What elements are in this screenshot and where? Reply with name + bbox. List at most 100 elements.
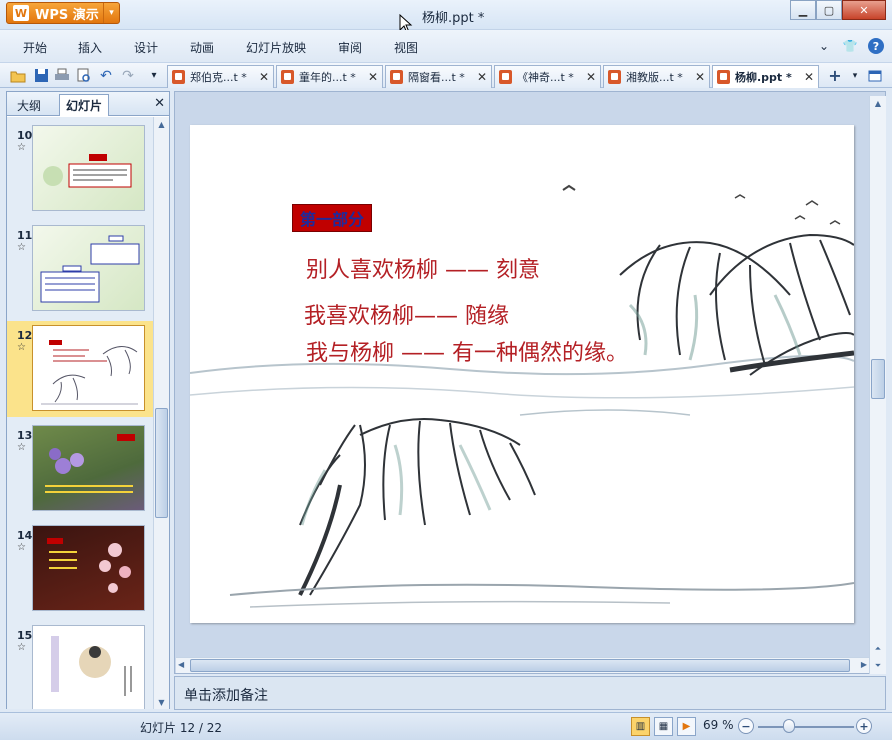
slide-number: 14 [17, 529, 33, 542]
ppt-file-icon [717, 70, 730, 84]
slide-thumbnail[interactable]: 10 ☆ [7, 121, 153, 217]
doc-tab-label: 隔窗看...t * [408, 71, 465, 84]
ink-willow-painting [190, 184, 854, 608]
zoom-slider-track[interactable] [758, 726, 854, 728]
wps-logo-icon: W [13, 5, 29, 21]
slide-vertical-scrollbar[interactable]: ▲ ⏶ ⏷ [869, 96, 886, 674]
doc-tab[interactable]: 郑伯克...t * ✕ [167, 65, 274, 88]
scroll-up-icon[interactable]: ▲ [870, 96, 886, 111]
animation-star-icon: ☆ [17, 342, 26, 353]
open-folder-icon[interactable] [9, 67, 27, 84]
doc-tab[interactable]: 湘教版...t * ✕ [603, 65, 710, 88]
normal-view-icon[interactable]: ▥ [631, 717, 650, 736]
shirt-icon[interactable]: 👕 [842, 38, 858, 54]
menu-view[interactable]: 视图 [394, 39, 418, 56]
thumbnail-scrollbar[interactable]: ▲ ▼ [153, 117, 169, 709]
dropdown-icon[interactable]: ▾ [145, 67, 163, 84]
menu-insert[interactable]: 插入 [78, 39, 102, 56]
slide-number: 10 [17, 129, 33, 142]
slide-text-line[interactable]: 别人喜欢杨柳 —— 刻意 [306, 252, 540, 284]
slide-preview [32, 625, 145, 709]
scroll-thumb[interactable] [190, 659, 850, 672]
animation-star-icon: ☆ [17, 142, 26, 153]
slide-thumbnail[interactable]: 14 ☆ [7, 521, 153, 617]
slide-thumbnail[interactable]: 15 ☆ [7, 621, 153, 709]
doc-tab[interactable]: 《神奇...t * ✕ [494, 65, 601, 88]
slide-number: 13 [17, 429, 33, 442]
zoom-out-icon[interactable]: − [738, 718, 754, 734]
close-tab-icon[interactable]: ✕ [477, 70, 491, 84]
ppt-file-icon [608, 70, 621, 84]
slide-sorter-icon[interactable]: ▦ [654, 717, 673, 736]
doc-tab-active[interactable]: 杨柳.ppt * ✕ [712, 65, 819, 88]
print-icon[interactable] [53, 67, 71, 84]
close-tab-icon[interactable]: ✕ [368, 70, 382, 84]
menu-home[interactable]: 开始 [23, 39, 47, 56]
menu-design[interactable]: 设计 [134, 39, 158, 56]
slide-thumbnail[interactable]: 11 ☆ [7, 221, 153, 317]
menu-review[interactable]: 审阅 [338, 39, 362, 56]
slide-preview [32, 225, 145, 311]
zoom-slider-handle[interactable] [783, 719, 795, 733]
tab-slides[interactable]: 幻灯片 [59, 94, 110, 116]
menu-bar: 开始 插入 设计 动画 幻灯片放映 审阅 视图 ⌄ 👕 ? [0, 30, 892, 60]
tab-outline[interactable]: 大纲 [11, 94, 47, 116]
scroll-down-icon[interactable]: ▼ [154, 695, 169, 709]
minimize-button[interactable]: ▁ [790, 0, 816, 20]
doc-tab-label: 杨柳.ppt * [735, 71, 792, 84]
slide-canvas[interactable]: 第一部分 别人喜欢杨柳 —— 刻意 我喜欢杨柳—— 随缘 我与杨柳 —— 有一种… [190, 125, 854, 623]
slide-thumbnail[interactable]: 13 ☆ [7, 421, 153, 517]
app-name: WPS 演示 [35, 7, 99, 23]
slideshow-icon[interactable]: ▶ [677, 717, 696, 736]
scroll-thumb[interactable] [871, 359, 885, 399]
section-badge[interactable]: 第一部分 [292, 204, 373, 232]
notes-pane[interactable]: 单击添加备注 [174, 676, 886, 710]
zoom-in-icon[interactable]: + [856, 718, 872, 734]
maximize-button[interactable]: ▢ [816, 0, 842, 20]
slide-preview [32, 125, 145, 211]
ppt-file-icon [172, 70, 185, 84]
help-icon[interactable]: ? [868, 38, 884, 54]
window-title: 杨柳.ppt * [422, 11, 485, 26]
chevron-down-icon[interactable]: ▾ [103, 3, 119, 23]
close-panel-icon[interactable]: ✕ [154, 96, 165, 111]
doc-tab[interactable]: 童年的...t * ✕ [276, 65, 383, 88]
animation-star-icon: ☆ [17, 242, 26, 253]
app-menu-button[interactable]: W WPS 演示 ▾ [6, 2, 120, 24]
slides-panel: 大纲 幻灯片 ✕ 10 ☆ 11 ☆ 12 ☆ 13 ☆ 14 ☆ 15 ☆ ▲… [6, 91, 170, 709]
scroll-right-icon[interactable]: ▶ [861, 660, 867, 669]
previous-slide-icon[interactable]: ⏶ [870, 641, 886, 656]
print-preview-icon[interactable] [75, 67, 93, 84]
ppt-file-icon [390, 70, 403, 84]
slide-number: 11 [17, 229, 33, 242]
close-tab-icon[interactable]: ✕ [259, 70, 273, 84]
next-slide-icon[interactable]: ⏷ [870, 658, 886, 673]
redo-icon[interactable]: ↷ [119, 67, 137, 84]
doc-tab-label: 童年的...t * [299, 71, 356, 84]
window-layout-icon[interactable] [866, 67, 884, 84]
close-tab-icon[interactable]: ✕ [804, 70, 818, 84]
menu-animation[interactable]: 动画 [190, 39, 214, 56]
scroll-thumb[interactable] [155, 408, 168, 518]
slide-thumbnail-list: 10 ☆ 11 ☆ 12 ☆ 13 ☆ 14 ☆ 15 ☆ [7, 117, 153, 709]
scroll-up-icon[interactable]: ▲ [154, 117, 169, 131]
slide-horizontal-scrollbar[interactable]: ◀ ▶ [176, 657, 869, 673]
ppt-file-icon [281, 70, 294, 84]
undo-icon[interactable]: ↶ [97, 67, 115, 84]
scroll-left-icon[interactable]: ◀ [178, 660, 184, 669]
slide-preview [32, 425, 145, 511]
slide-thumbnail-selected[interactable]: 12 ☆ [7, 321, 153, 417]
doc-tab[interactable]: 隔窗看...t * ✕ [385, 65, 492, 88]
close-button[interactable]: ✕ [842, 0, 886, 20]
ppt-file-icon [499, 70, 512, 84]
zoom-level[interactable]: 69 % [703, 718, 734, 732]
tab-list-dropdown-icon[interactable]: ▾ [846, 67, 864, 84]
slide-text-line[interactable]: 我与杨柳 —— 有一种偶然的缘。 [306, 335, 628, 367]
new-tab-icon[interactable]: + [826, 66, 844, 85]
slide-text-line[interactable]: 我喜欢杨柳—— 随缘 [304, 298, 509, 330]
chevron-down-icon[interactable]: ⌄ [816, 38, 832, 54]
menu-slideshow[interactable]: 幻灯片放映 [246, 39, 306, 56]
close-tab-icon[interactable]: ✕ [695, 70, 709, 84]
save-icon[interactable] [32, 67, 50, 84]
close-tab-icon[interactable]: ✕ [586, 70, 600, 84]
